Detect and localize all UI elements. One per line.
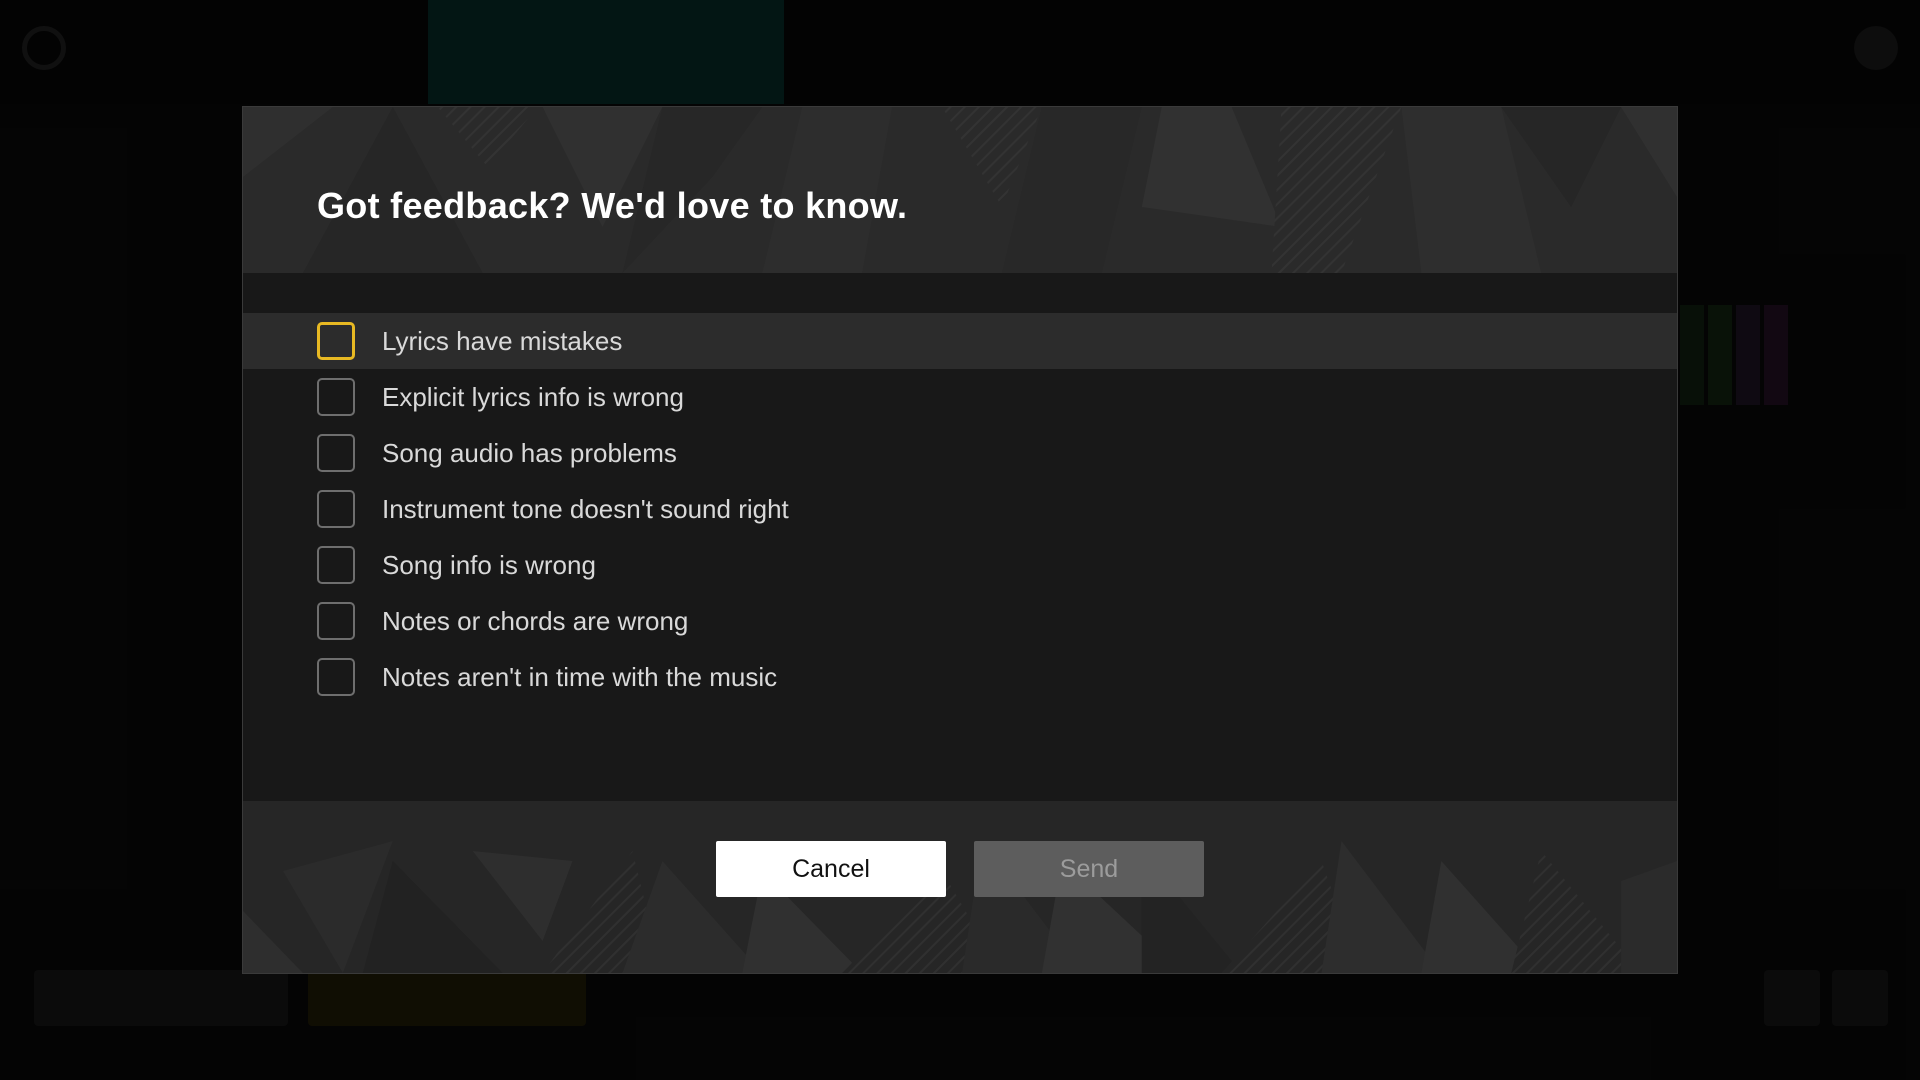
option-song-audio-problems[interactable]: Song audio has problems xyxy=(243,425,1677,481)
feedback-options-list: Lyrics have mistakes Explicit lyrics inf… xyxy=(243,313,1677,705)
dialog-footer xyxy=(243,801,1677,973)
option-song-info-wrong[interactable]: Song info is wrong xyxy=(243,537,1677,593)
option-label: Notes aren't in time with the music xyxy=(382,661,778,692)
option-label: Explicit lyrics info is wrong xyxy=(382,381,684,412)
option-instrument-tone[interactable]: Instrument tone doesn't sound right xyxy=(243,481,1677,537)
checkbox[interactable] xyxy=(317,602,355,640)
option-explicit-lyrics-wrong[interactable]: Explicit lyrics info is wrong xyxy=(243,369,1677,425)
send-button[interactable]: Send xyxy=(974,841,1204,897)
checkbox[interactable] xyxy=(317,322,355,360)
option-label: Song info is wrong xyxy=(382,549,596,580)
checkbox[interactable] xyxy=(317,434,355,472)
dialog-title: Got feedback? We'd love to know. xyxy=(317,185,908,226)
dialog-header: Got feedback? We'd love to know. xyxy=(243,107,1677,273)
option-label: Notes or chords are wrong xyxy=(382,605,689,636)
checkbox[interactable] xyxy=(317,378,355,416)
cancel-button[interactable]: Cancel xyxy=(716,841,946,897)
footer-pattern xyxy=(243,841,1677,973)
option-label: Instrument tone doesn't sound right xyxy=(382,493,789,524)
feedback-dialog: Got feedback? We'd love to know. Lyrics … xyxy=(242,106,1678,974)
checkbox[interactable] xyxy=(317,490,355,528)
option-label: Lyrics have mistakes xyxy=(382,325,623,356)
checkbox[interactable] xyxy=(317,658,355,696)
checkbox[interactable] xyxy=(317,546,355,584)
option-label: Song audio has problems xyxy=(382,437,677,468)
option-lyrics-mistakes[interactable]: Lyrics have mistakes xyxy=(243,313,1677,369)
option-notes-chords-wrong[interactable]: Notes or chords are wrong xyxy=(243,593,1677,649)
option-notes-timing[interactable]: Notes aren't in time with the music xyxy=(243,649,1677,705)
